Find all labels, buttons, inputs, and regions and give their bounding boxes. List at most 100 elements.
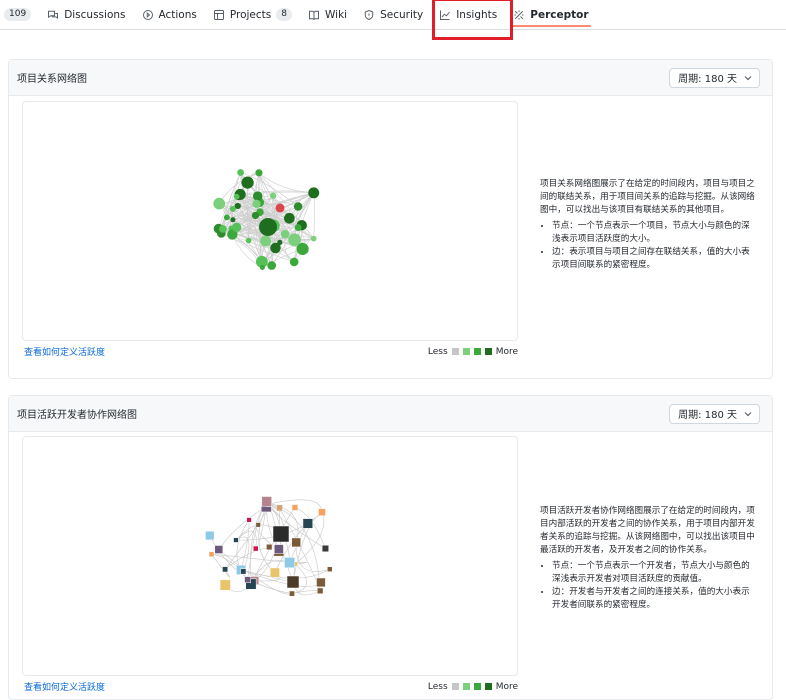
graph-edge [240,519,250,570]
developer-avatar-node[interactable] [321,544,329,553]
developer-avatar-node[interactable] [255,522,261,528]
legend-swatch-2 [462,683,470,690]
developer-avatar-node[interactable] [274,544,284,554]
developer-avatar-node[interactable] [261,496,272,507]
developer-avatar-node[interactable] [240,568,247,575]
project-network-graph[interactable] [22,101,518,341]
tab-perceptor-label: Perceptor [530,8,589,21]
legend-more: More [495,681,518,692]
tab-security-label: Security [380,8,424,21]
security-icon [364,9,374,20]
project-node[interactable] [277,239,283,245]
project-node[interactable] [245,237,252,244]
description-list: 节点：一个节点表示一个项目，节点大小与颜色的深浅表示项目活跃度的大小。 边：表示… [540,220,755,272]
graph-edge [291,590,321,594]
project-node[interactable] [229,205,236,212]
legend-swatch-3 [473,683,481,690]
project-node[interactable] [269,192,277,199]
project-node[interactable] [223,214,230,221]
project-node[interactable] [267,261,277,270]
project-node[interactable] [230,217,236,223]
tab-actions[interactable]: Actions [134,0,205,30]
project-node[interactable] [213,197,226,210]
project-node[interactable] [296,242,309,256]
legend-swatch-1 [451,348,459,355]
developer-avatar-node[interactable] [222,566,229,573]
project-network-panel: 项目关系网络图 周期: 180 天 项目关系网络图展示了在给定的时间段内，项目与… [8,59,773,379]
activity-definition-link[interactable]: 查看如何定义活跃度 [24,680,105,693]
developer-avatar-node[interactable] [289,590,295,597]
tab-projects-label: Projects [229,8,272,21]
project-node[interactable] [284,212,295,224]
tab-insights-label: Insights [456,8,498,21]
developer-avatar-node[interactable] [214,545,224,554]
legend-swatch-2 [462,348,470,355]
project-node[interactable] [289,257,299,267]
project-node[interactable] [233,193,240,200]
project-node[interactable] [294,224,302,232]
developer-avatar-node[interactable] [284,557,296,569]
tab-discussions-label: Discussions [64,8,126,21]
developer-avatar-node[interactable] [233,537,239,543]
legend-swatch-4 [484,683,492,690]
tab-insights[interactable]: Insights [431,0,505,30]
project-node[interactable] [231,222,242,232]
panel-description: 项目关系网络图展示了在给定的时间段内，项目与项目之间的联结关系，用于项目间关系的… [540,178,755,272]
project-node[interactable] [237,169,245,176]
developer-avatar-node[interactable] [244,576,251,584]
project-node[interactable] [259,218,277,236]
developer-avatar-node[interactable] [291,504,299,511]
tab-security[interactable]: Security [355,0,431,30]
tab-projects[interactable]: Projects 8 [205,0,300,30]
project-node[interactable] [255,169,263,177]
project-node[interactable] [259,264,265,270]
description-text: 项目活跃开发者协作网络图展示了在给定的时间段内，项目内部活跃的开发者之间的协作关… [540,506,755,555]
panel-header: 项目活跃开发者协作网络图 周期: 180 天 [9,396,772,432]
developer-avatar-node[interactable] [318,508,326,516]
tab-discussions[interactable]: Discussions [39,0,133,30]
legend-more: More [495,346,518,357]
project-node[interactable] [252,191,263,201]
developer-avatar-node[interactable] [246,517,252,523]
project-node[interactable] [260,235,272,247]
project-node[interactable] [241,176,254,189]
period-select[interactable]: 周期: 180 天 [669,403,760,424]
developer-avatar-node[interactable] [252,545,259,552]
developer-network-graph[interactable] [22,436,518,676]
project-node[interactable] [251,211,260,220]
project-node[interactable] [219,225,227,233]
activity-definition-link[interactable]: 查看如何定义活跃度 [24,345,105,358]
developer-avatar-node[interactable] [208,551,215,558]
developer-avatar-node[interactable] [317,587,324,594]
developer-avatar-node[interactable] [276,504,283,512]
project-node[interactable] [280,229,290,239]
legend-swatch-1 [451,683,459,690]
developer-avatar-node[interactable] [219,579,231,591]
developer-avatar-node[interactable] [291,537,301,548]
legend-less: Less [427,681,448,692]
tab-perceptor[interactable]: Perceptor [505,0,596,30]
project-node[interactable] [308,187,320,199]
project-node[interactable] [275,203,285,213]
tab-actions-label: Actions [158,8,197,21]
developer-avatar-node[interactable] [269,567,280,578]
developer-avatar-node[interactable] [316,577,326,588]
projects-icon [213,9,224,20]
developer-avatar-node[interactable] [327,566,333,572]
description-bullet-nodes: 节点：一个节点表示一个项目，节点大小与颜色的深浅表示项目活跃度的大小。 [552,220,755,246]
developer-avatar-node[interactable] [286,575,300,589]
developer-avatar-node[interactable] [205,530,215,541]
legend-swatch-4 [484,348,492,355]
nav-partial-counter[interactable]: 109 [4,0,39,30]
project-node[interactable] [310,235,317,242]
tab-wiki[interactable]: Wiki [300,0,355,30]
developer-avatar-node[interactable] [266,543,273,551]
developer-avatar-node[interactable] [302,518,313,529]
chevron-down-icon [744,411,752,416]
period-select[interactable]: 周期: 180 天 [669,67,760,88]
developer-avatar-node[interactable] [272,525,290,543]
description-bullet-edges: 边：开发者与开发者之间的连接关系，值的大小表示开发者间联系的紧密程度。 [552,586,755,612]
discussions-icon [48,10,59,19]
project-node[interactable] [293,202,303,211]
project-node[interactable] [252,199,261,208]
